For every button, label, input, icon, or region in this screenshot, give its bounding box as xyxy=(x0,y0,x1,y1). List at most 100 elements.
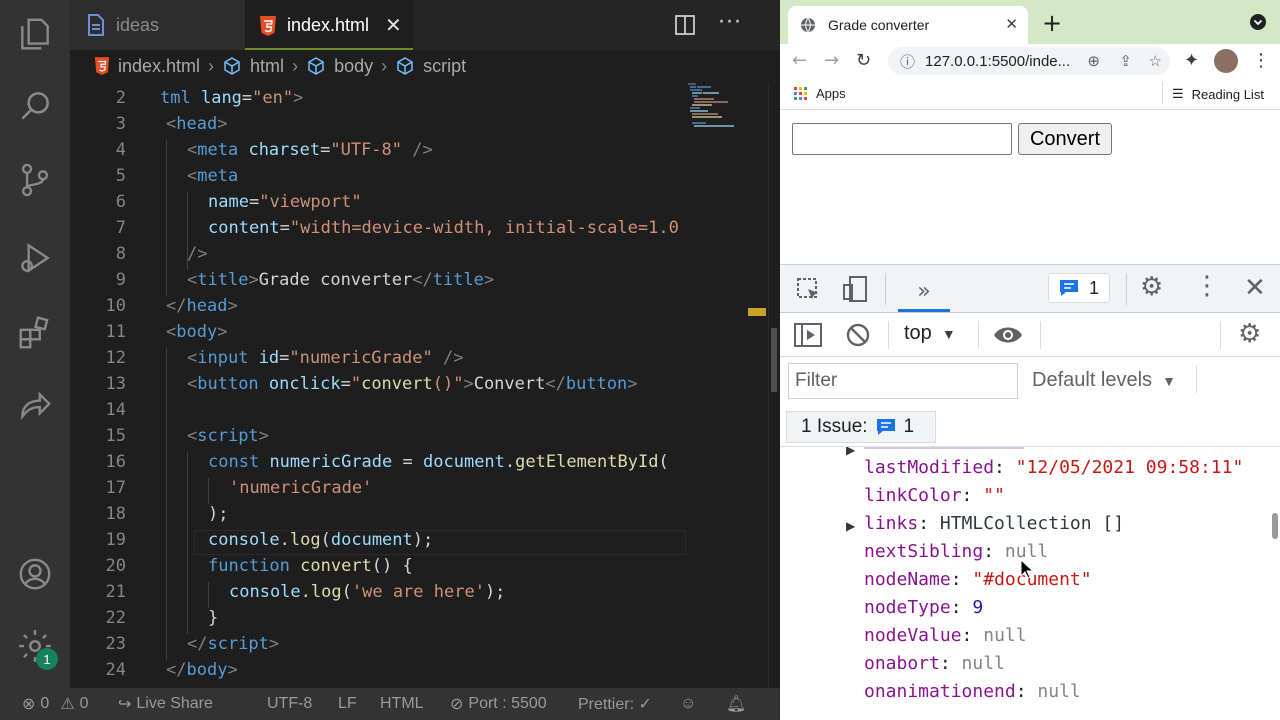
feedback-icon[interactable]: ☺ xyxy=(680,688,696,720)
profile-avatar[interactable] xyxy=(1214,49,1238,73)
chrome-menu-icon[interactable]: ⋮ xyxy=(1252,50,1270,71)
bookmark-divider xyxy=(1162,82,1163,104)
issues-counter-button[interactable]: 1 xyxy=(1048,273,1110,303)
expand-triangle-icon[interactable]: ▶ xyxy=(846,519,855,533)
live-share-status[interactable]: ↪ Live Share xyxy=(118,688,213,720)
console-toolbar: top ▼ ⚙ xyxy=(780,313,1280,357)
console-settings-icon[interactable]: ⚙ xyxy=(1238,319,1261,349)
clipped-property-row xyxy=(864,447,1124,451)
error-icon: ⊗ xyxy=(22,696,36,713)
clear-console-icon[interactable] xyxy=(846,323,870,347)
breadcrumb-body[interactable]: body xyxy=(306,56,373,77)
apps-bookmark[interactable]: Apps xyxy=(794,86,846,101)
settings-gear-icon[interactable]: ⚙ xyxy=(1140,272,1163,302)
reading-list-icon: ☰ xyxy=(1172,86,1184,101)
toolbar-divider xyxy=(885,273,886,305)
reading-list-button[interactable]: ☰ Reading List xyxy=(1172,86,1264,102)
toolbar-divider xyxy=(888,321,889,349)
new-tab-icon[interactable]: + xyxy=(1042,9,1062,37)
indent-guide xyxy=(187,452,188,634)
toolbar-divider xyxy=(1196,365,1197,393)
minimap[interactable] xyxy=(686,82,768,688)
html5-icon xyxy=(260,15,276,36)
share-icon[interactable]: ⇪ xyxy=(1119,52,1132,70)
issues-link[interactable]: 1 Issue: 1 xyxy=(786,411,936,443)
console-output[interactable]: ▶ lastModified: "12/05/2021 09:58:11" li… xyxy=(780,447,1280,720)
close-tab-icon[interactable]: ✕ xyxy=(385,13,402,38)
inspect-element-icon[interactable] xyxy=(796,277,822,303)
sidebar-toggle-icon[interactable] xyxy=(794,323,822,347)
code-line: <input id="numericGrade" /> xyxy=(187,348,464,368)
convert-button[interactable]: Convert xyxy=(1018,123,1112,155)
language-status[interactable]: HTML xyxy=(380,688,424,720)
extensions-icon[interactable] xyxy=(14,312,56,354)
line-number: 24 xyxy=(105,660,126,680)
split-editor-icon[interactable] xyxy=(674,14,696,36)
live-share-icon[interactable] xyxy=(14,386,56,428)
console-filter-input[interactable]: Filter xyxy=(788,363,1018,399)
breadcrumb-script[interactable]: script xyxy=(395,56,466,77)
live-expression-eye-icon[interactable] xyxy=(992,323,1024,347)
bookmark-star-icon[interactable]: ☆ xyxy=(1149,52,1162,70)
run-debug-icon[interactable] xyxy=(14,237,56,279)
problems-indicator[interactable]: ⊗ 0 ⚠ 0 xyxy=(22,688,89,720)
prettier-status[interactable]: Prettier: ✓ xyxy=(578,688,652,720)
object-property: onabort: null xyxy=(864,653,1005,674)
indent-guide xyxy=(208,478,209,504)
forward-arrow-icon[interactable]: → xyxy=(824,50,839,71)
address-url: 127.0.0.1:5500/inde... xyxy=(925,52,1071,70)
back-arrow-icon[interactable]: ← xyxy=(792,50,807,71)
line-number: 8 xyxy=(115,244,126,264)
account-icon[interactable] xyxy=(14,553,56,595)
expand-triangle-icon[interactable]: ▶ xyxy=(846,447,855,457)
line-number: 6 xyxy=(115,192,126,212)
console-scrollbar[interactable] xyxy=(1272,513,1278,539)
code-editor[interactable]: tml lang="en"> <head> <meta charset="UTF… xyxy=(160,88,686,684)
close-devtools-icon[interactable]: ✕ xyxy=(1244,273,1266,303)
source-control-icon[interactable] xyxy=(14,159,56,201)
numeric-grade-input[interactable] xyxy=(792,123,1012,155)
more-panels-icon[interactable]: » xyxy=(898,269,950,313)
vscode-window: 1 ideas index.html ✕ ··· index.html › ht… xyxy=(0,0,780,720)
browser-tab-strip: Grade converter ✕ + xyxy=(780,0,1280,44)
more-actions-icon[interactable]: ··· xyxy=(718,10,742,35)
tab-search-icon[interactable] xyxy=(1250,14,1266,30)
live-share-icon: ↪ xyxy=(118,696,132,713)
port-status[interactable]: ⊘ Port : 5500 xyxy=(450,688,547,720)
stop-circle-icon: ⊘ xyxy=(450,696,464,713)
extensions-puzzle-icon[interactable]: ✦ xyxy=(1184,50,1199,71)
minimap-marker xyxy=(748,308,766,316)
notifications-bell-icon[interactable]: 🔔︎ xyxy=(726,688,746,720)
line-number: 13 xyxy=(105,374,126,394)
device-toolbar-icon[interactable] xyxy=(842,275,870,303)
chevron-right-icon: › xyxy=(292,55,299,76)
browser-tab[interactable]: Grade converter ✕ xyxy=(788,6,1028,44)
code-line: const numericGrade = document.getElement… xyxy=(208,452,669,472)
breadcrumb-file[interactable]: index.html xyxy=(94,56,200,77)
zoom-icon[interactable]: ⊕ xyxy=(1087,52,1100,70)
search-icon[interactable] xyxy=(14,85,56,127)
tab-index-html[interactable]: index.html ✕ xyxy=(245,0,413,50)
object-property: onanimationend: null xyxy=(864,681,1081,702)
reload-icon[interactable]: ↻ xyxy=(856,50,871,71)
breadcrumb-html[interactable]: html xyxy=(222,56,284,77)
address-bar[interactable]: ⓘ 127.0.0.1:5500/inde... ⊕ ⇪ ☆ xyxy=(888,47,1170,75)
encoding-status[interactable]: UTF-8 xyxy=(267,688,312,720)
minimap-preview xyxy=(688,83,734,127)
log-levels-dropdown[interactable]: Default levels ▼ xyxy=(1032,369,1176,392)
more-options-icon[interactable]: ⋮ xyxy=(1194,271,1220,301)
object-property[interactable]: links: HTMLCollection [] xyxy=(864,513,1124,541)
object-property: nodeValue: null xyxy=(864,625,1027,646)
tab-ideas[interactable]: ideas xyxy=(70,0,245,50)
explorer-icon[interactable] xyxy=(14,13,56,55)
context-selector[interactable]: top ▼ xyxy=(904,322,956,345)
close-tab-icon[interactable]: ✕ xyxy=(1005,15,1018,33)
editor-scroll-thumb[interactable] xyxy=(771,328,777,392)
eol-status[interactable]: LF xyxy=(338,688,357,720)
line-number: 23 xyxy=(105,634,126,654)
issues-row: 1 Issue: 1 xyxy=(780,405,1280,447)
browser-toolbar: ← → ↻ ⓘ 127.0.0.1:5500/inde... ⊕ ⇪ ☆ ✦ ⋮ xyxy=(780,44,1280,78)
message-icon xyxy=(876,419,895,435)
code-line: } xyxy=(208,608,219,628)
code-line: function convert() { xyxy=(208,556,413,576)
